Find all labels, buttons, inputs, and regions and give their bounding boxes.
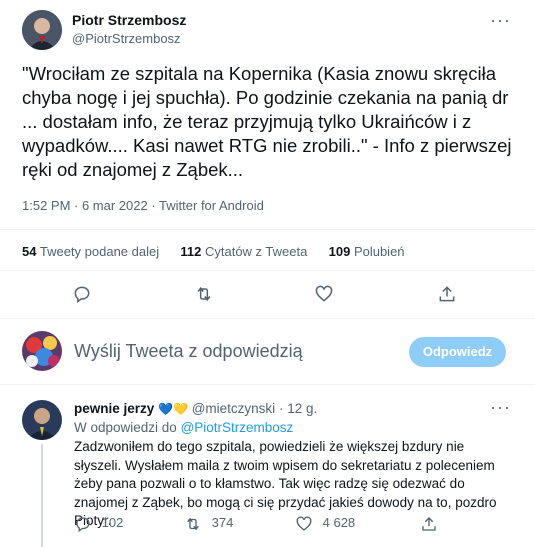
likes-count: 109 [328, 244, 351, 259]
share-icon[interactable] [437, 284, 457, 309]
compose-placeholder[interactable]: Wyślij Tweeta z odpowiedzią [74, 341, 303, 362]
like-icon[interactable] [314, 284, 334, 309]
author-handle[interactable]: @PiotrStrzembosz [72, 31, 181, 46]
reply-author-name[interactable]: pewnie jerzy [74, 401, 154, 416]
reply-header: pewnie jerzy 💙💛 @mietczynski · 12 g. [74, 401, 317, 416]
share-icon [422, 517, 436, 531]
quotes-count: 112 [180, 244, 202, 259]
thread-line [41, 444, 43, 547]
stats-row: 54 Tweety podane dalej 112 Cytatów z Twe… [22, 244, 405, 259]
likes-stat[interactable]: 109 Polubień [329, 244, 405, 259]
retweets-count: 54 [22, 244, 37, 259]
divider [0, 229, 535, 230]
reply-text: Zadzwoniłem do tego szpitala, powiedziel… [74, 439, 497, 529]
retweet-icon [187, 517, 199, 531]
author-name[interactable]: Piotr Strzembosz [72, 12, 186, 28]
quotes-stat[interactable]: 112 Cytatów z Tweeta [180, 244, 311, 259]
reply-button[interactable]: Odpowiedz [409, 337, 506, 367]
tweet-meta[interactable]: 1:52 PM · 6 mar 2022 · Twitter for Andro… [22, 198, 264, 213]
author-avatar[interactable] [22, 10, 62, 50]
reply-like-action[interactable]: 4 628 [295, 515, 355, 533]
retweets-stat[interactable]: 54 Tweety podane dalej [22, 244, 163, 259]
reply-time[interactable]: · 12 g. [279, 401, 317, 416]
divider [0, 318, 535, 319]
reply-share-action[interactable] [420, 515, 438, 533]
quotes-label: Cytatów z Tweeta [204, 244, 308, 259]
reply-icon[interactable] [72, 284, 92, 309]
divider [0, 270, 535, 271]
reply-replies-count: 102 [101, 515, 124, 531]
more-options-icon[interactable]: ··· [490, 10, 511, 31]
retweet-icon[interactable] [194, 284, 214, 309]
like-icon [296, 516, 312, 531]
reply-author-avatar[interactable] [22, 400, 62, 440]
reply-retweets-count: 374 [211, 515, 234, 531]
reply-likes-count: 4 628 [322, 515, 356, 531]
reply-retweet-action[interactable]: 374 [184, 515, 233, 533]
in-reply-to: W odpowiedzi do @PiotrStrzembosz [74, 420, 293, 435]
reply-reply-action[interactable]: 102 [74, 515, 123, 533]
reply-more-options-icon[interactable]: ··· [490, 397, 511, 418]
heart-badges-icon: 💙💛 [158, 402, 188, 416]
in-reply-to-handle[interactable]: @PiotrStrzembosz [181, 420, 294, 435]
retweets-label: Tweety podane dalej [39, 244, 160, 259]
user-avatar[interactable] [22, 331, 62, 371]
in-reply-to-prefix: W odpowiedzi do [74, 420, 177, 435]
tweet-text: "Wrociłam ze szpitala na Kopernika (Kasi… [22, 63, 512, 180]
likes-label: Polubień [353, 244, 405, 259]
reply-author-handle[interactable]: @mietczynski [192, 401, 275, 416]
reply-icon [76, 517, 90, 533]
divider [0, 384, 535, 385]
